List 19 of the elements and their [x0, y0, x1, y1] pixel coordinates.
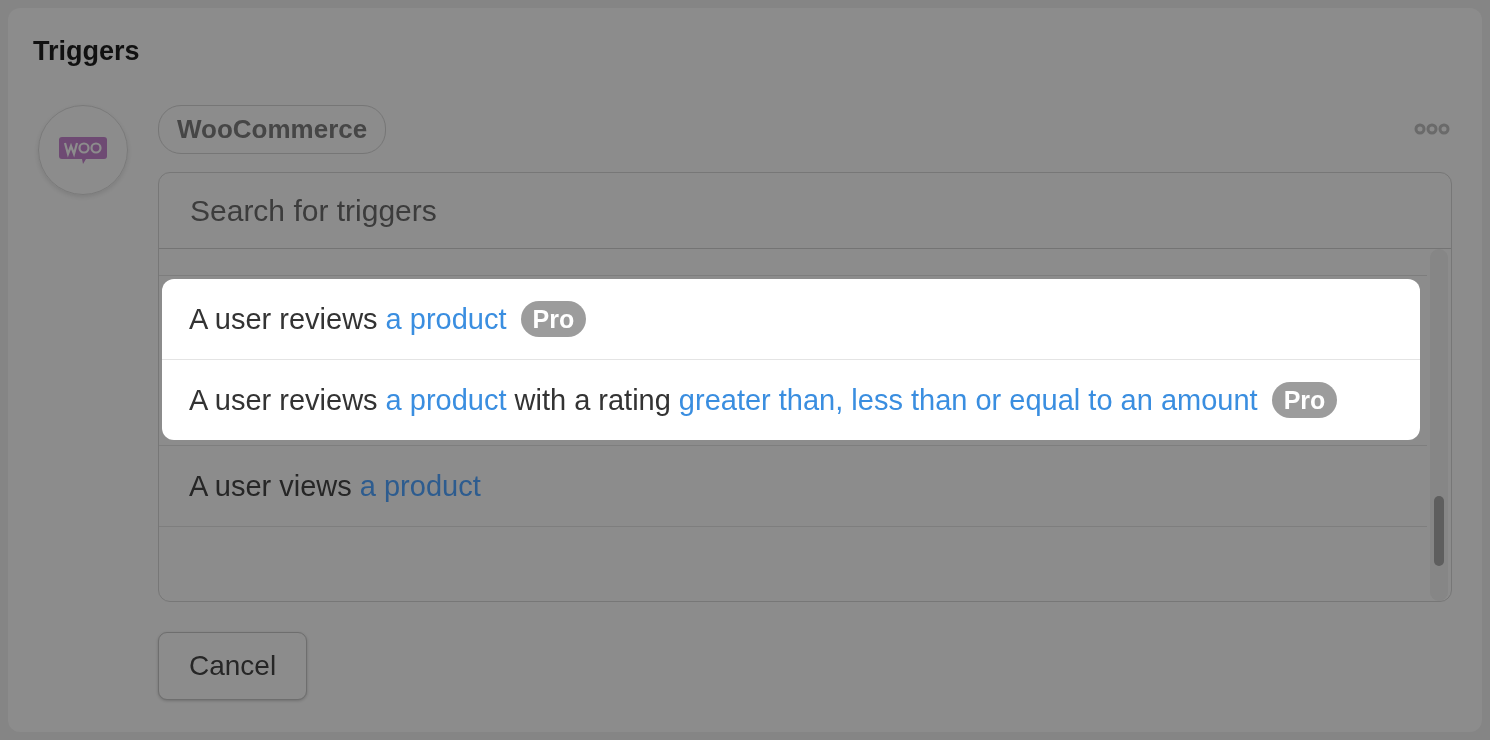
- search-field[interactable]: Search for triggers: [159, 173, 1451, 249]
- speech-bubble-logo-icon: [58, 135, 108, 165]
- pro-badge: Pro: [1271, 382, 1338, 418]
- option-link[interactable]: greater than, less than or equal to an amount: [678, 379, 1258, 421]
- option-text: A user reviews: [189, 302, 378, 337]
- option-text: A user reviews: [189, 383, 378, 418]
- scrollbar[interactable]: [1430, 249, 1448, 601]
- pro-badge: Pro: [520, 301, 587, 337]
- section-title: Triggers: [33, 36, 141, 67]
- option-text: A user views: [189, 469, 352, 504]
- trigger-option[interactable]: A user reviews a product with a rating greater than, less than or equal to an amount Pro: [162, 359, 1420, 440]
- cancel-button[interactable]: Cancel: [158, 632, 308, 700]
- option-text: with a rating: [514, 383, 671, 418]
- more-options-icon[interactable]: [1414, 123, 1450, 135]
- trigger-option[interactable]: A user reviews a product Pro: [162, 279, 1420, 359]
- integration-chip: WooCommerce: [158, 104, 387, 154]
- option-link[interactable]: a product: [385, 379, 507, 421]
- trigger-option[interactable]: A user views a product: [159, 445, 1427, 527]
- option-link[interactable]: a product: [385, 298, 507, 340]
